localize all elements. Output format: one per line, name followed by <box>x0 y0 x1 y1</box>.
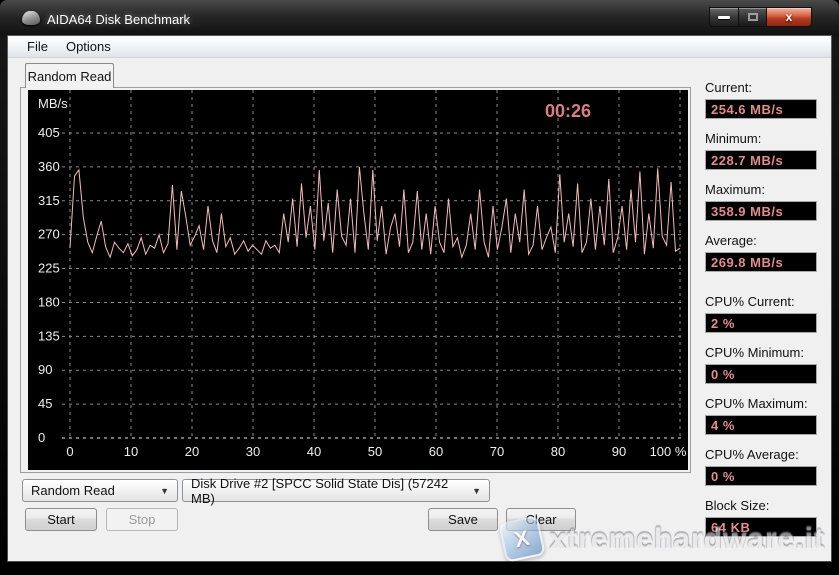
stat-label: Minimum: <box>705 131 825 146</box>
save-button[interactable]: Save <box>428 508 498 531</box>
x-axis-tick: 40 <box>307 444 321 459</box>
start-button[interactable]: Start <box>25 508 97 531</box>
elapsed-time: 00:26 <box>545 101 591 121</box>
menu-file[interactable]: File <box>18 37 57 56</box>
x-axis-tick: 70 <box>490 444 504 459</box>
stat-value: 0 % <box>705 364 817 384</box>
stat-label: CPU% Current: <box>705 294 825 309</box>
maximize-button[interactable] <box>739 7 767 27</box>
benchmark-type-select[interactable]: Random Read ▼ <box>22 479 178 502</box>
x-axis-tick: 90 <box>612 444 626 459</box>
stat-value: 358.9 MB/s <box>705 201 817 221</box>
stat-group: CPU% Average: 0 % <box>705 447 825 486</box>
window-title: AIDA64 Disk Benchmark <box>47 12 190 27</box>
stat-group: Average: 269.8 MB/s <box>705 233 825 272</box>
close-icon: x <box>786 10 793 24</box>
y-axis-tick: 45 <box>38 396 52 411</box>
y-axis-tick: 405 <box>38 125 60 140</box>
client-area: File Options Random Read 405 360 315 270 225… <box>8 36 831 561</box>
stat-label: Maximum: <box>705 182 825 197</box>
stat-group: CPU% Current: 2 % <box>705 294 825 333</box>
y-axis-tick: 135 <box>38 328 60 343</box>
benchmark-type-value: Random Read <box>31 483 115 498</box>
x-axis-tick: 30 <box>246 444 260 459</box>
maximize-icon <box>748 13 758 21</box>
stat-value: 228.7 MB/s <box>705 150 817 170</box>
y-axis-tick: 270 <box>38 227 60 242</box>
stat-group: Block Size: 64 KB <box>705 498 825 537</box>
stat-value: 269.8 MB/s <box>705 252 817 272</box>
y-axis-tick: 180 <box>38 294 60 309</box>
menu-bar: File Options <box>8 36 831 58</box>
stat-value: 2 % <box>705 313 817 333</box>
tab-page: 405 360 315 270 225 180 135 90 45 0 MB/s 0 10 20 30 40 5… <box>20 87 691 473</box>
stat-group: Minimum: 228.7 MB/s <box>705 131 825 170</box>
stop-button[interactable]: Stop <box>106 508 178 531</box>
y-axis-tick: 0 <box>38 430 45 445</box>
stat-label: Average: <box>705 233 825 248</box>
title-bar[interactable]: AIDA64 Disk Benchmark x <box>0 0 839 36</box>
x-axis-tick: 0 <box>66 444 73 459</box>
chevron-down-icon: ▼ <box>472 486 481 496</box>
stat-group: Current: 254.6 MB/s <box>705 80 825 119</box>
menu-options[interactable]: Options <box>57 37 120 56</box>
drive-select[interactable]: Disk Drive #2 [SPCC Solid State Dis] (57… <box>182 479 490 502</box>
x-axis-tick: 60 <box>429 444 443 459</box>
x-axis-tick: 10 <box>124 444 138 459</box>
chevron-down-icon: ▼ <box>160 486 169 496</box>
x-axis-tick: 50 <box>368 444 382 459</box>
stat-value: 254.6 MB/s <box>705 99 817 119</box>
stat-label: CPU% Maximum: <box>705 396 825 411</box>
drive-select-value: Disk Drive #2 [SPCC Solid State Dis] (57… <box>191 476 472 506</box>
minimize-icon <box>718 16 730 19</box>
caption-buttons: x <box>709 7 812 27</box>
tab-random-read[interactable]: Random Read <box>25 63 114 88</box>
stats-panel: Current: 254.6 MB/s Minimum: 228.7 MB/s Maxi… <box>705 80 825 537</box>
x-axis-tick: 20 <box>185 444 199 459</box>
y-axis-tick: 360 <box>38 159 60 174</box>
x-axis-tick: 100 % <box>650 444 687 459</box>
close-button[interactable]: x <box>767 7 812 27</box>
minimize-button[interactable] <box>709 7 739 27</box>
stat-value: 0 % <box>705 466 817 486</box>
x-axis-tick: 80 <box>551 444 565 459</box>
stat-label: CPU% Minimum: <box>705 345 825 360</box>
stat-group: CPU% Maximum: 4 % <box>705 396 825 435</box>
stat-label: Current: <box>705 80 825 95</box>
app-window: AIDA64 Disk Benchmark x File Options Ran… <box>0 0 839 575</box>
y-axis-label: MB/s <box>38 96 68 111</box>
y-axis-tick: 225 <box>38 261 60 276</box>
stat-group: Maximum: 358.9 MB/s <box>705 182 825 221</box>
stat-label: CPU% Average: <box>705 447 825 462</box>
benchmark-chart: 405 360 315 270 225 180 135 90 45 0 MB/s 0 10 20 30 40 5… <box>28 90 688 470</box>
y-axis-tick: 90 <box>38 362 52 377</box>
stat-group: CPU% Minimum: 0 % <box>705 345 825 384</box>
clear-button[interactable]: Clear <box>506 508 576 531</box>
chart-canvas: 405 360 315 270 225 180 135 90 45 0 MB/s 0 10 20 30 40 5… <box>28 90 688 470</box>
stat-label: Block Size: <box>705 498 825 513</box>
app-icon <box>22 11 40 25</box>
stat-value: 4 % <box>705 415 817 435</box>
y-axis-tick: 315 <box>38 193 60 208</box>
stat-value: 64 KB <box>705 517 817 537</box>
